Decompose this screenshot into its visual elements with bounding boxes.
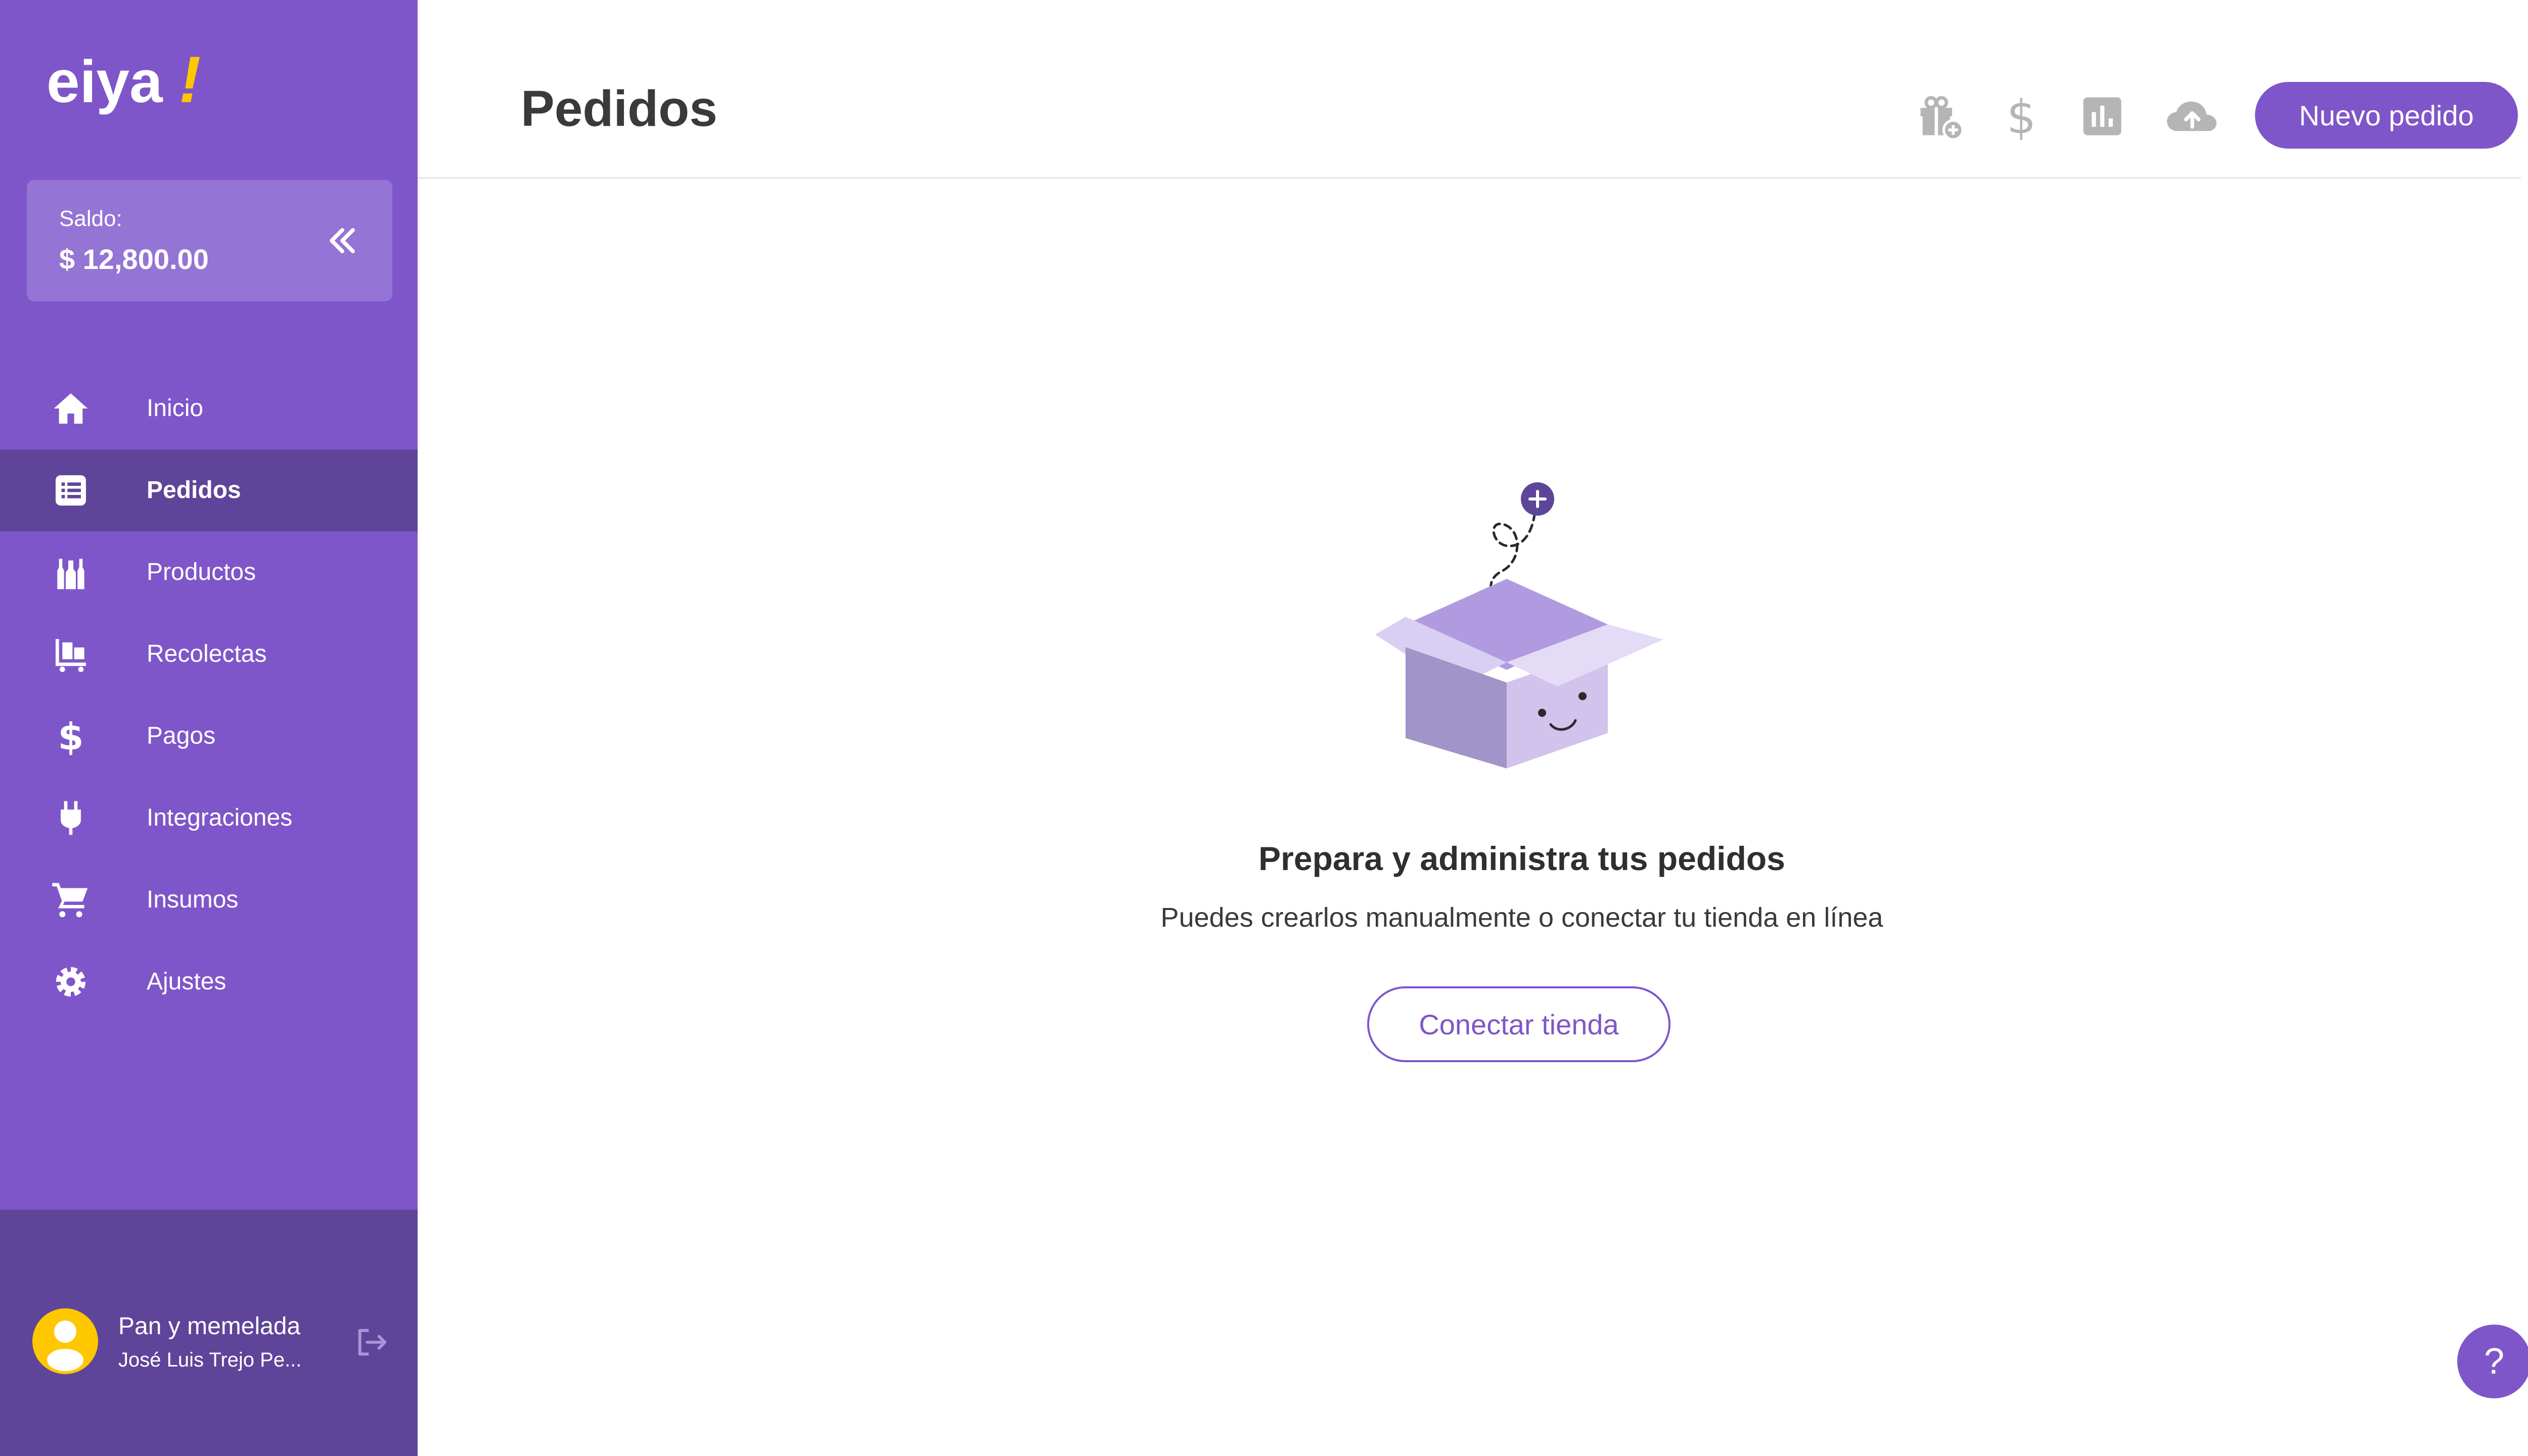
new-order-button[interactable]: Nuevo pedido xyxy=(2255,82,2518,149)
sidebar-item-label: Integraciones xyxy=(147,804,293,831)
sidebar-item-label: Insumos xyxy=(147,886,239,913)
connect-store-button[interactable]: Conectar tienda xyxy=(1367,986,1671,1062)
balance-amount: $ 12,800.00 xyxy=(59,243,209,275)
svg-text:$: $ xyxy=(58,716,83,756)
gear-icon xyxy=(56,967,86,997)
sidebar-item-ajustes[interactable]: Ajustes xyxy=(0,941,418,1023)
page-title: Pedidos xyxy=(521,80,717,137)
sidebar-item-insumos[interactable]: Insumos xyxy=(0,859,418,941)
sidebar-item-label: Ajustes xyxy=(147,968,227,995)
svg-text:$: $ xyxy=(2007,91,2036,142)
balance-label: Saldo: xyxy=(59,206,122,231)
balance-card: Saldo: $ 12,800.00 xyxy=(27,180,392,301)
eiya-logo: eiya ! xyxy=(47,46,201,116)
sidebar-item-label: Pedidos xyxy=(147,477,241,504)
header-divider xyxy=(418,177,2521,179)
dollar-icon[interactable]: $ xyxy=(1996,91,2047,142)
sidebar-item-integraciones[interactable]: Integraciones xyxy=(0,777,418,859)
sidebar-item-label: Pagos xyxy=(147,722,216,749)
dolly-icon xyxy=(56,639,86,672)
sidebar-item-label: Recolectas xyxy=(147,641,267,667)
user-subtitle: José Luis Trejo Pe... xyxy=(118,1349,302,1371)
bottles-icon xyxy=(57,559,84,589)
sidebar-item-pedidos[interactable]: Pedidos xyxy=(0,449,418,531)
svg-text:eiya: eiya xyxy=(47,49,163,115)
empty-state-subtitle: Puedes crearlos manualmente o conectar t… xyxy=(1160,902,1883,933)
sidebar: eiya ! Saldo: $ 12,800.00 Inicio Pedidos… xyxy=(0,0,418,1456)
empty-box-illustration xyxy=(1375,482,1663,768)
home-icon xyxy=(54,393,88,424)
user-icon xyxy=(47,1321,83,1371)
bar-chart-icon[interactable] xyxy=(2077,91,2128,142)
sidebar-item-pagos[interactable]: $ Pagos xyxy=(0,695,418,777)
sidebar-item-recolectas[interactable]: Recolectas xyxy=(0,613,418,695)
avatar[interactable] xyxy=(32,1308,98,1374)
sidebar-item-label: Inicio xyxy=(147,395,204,422)
cloud-upload-icon[interactable] xyxy=(2162,91,2223,142)
logout-icon[interactable] xyxy=(354,1325,389,1360)
help-button[interactable]: ? xyxy=(2457,1325,2528,1398)
gift-add-icon[interactable] xyxy=(1914,91,1965,142)
plug-icon xyxy=(61,801,81,835)
cart-icon xyxy=(52,883,88,918)
empty-state-title: Prepara y administra tus pedidos xyxy=(1258,840,1785,877)
sidebar-item-inicio[interactable]: Inicio xyxy=(0,368,418,449)
list-icon xyxy=(56,475,86,506)
user-name: Pan y memelada xyxy=(118,1313,301,1340)
svg-text:!: ! xyxy=(179,46,201,116)
double-chevron-left-icon[interactable] xyxy=(321,219,364,262)
sidebar-item-label: Productos xyxy=(147,559,256,585)
dollar-icon: $ xyxy=(58,716,83,756)
sidebar-item-productos[interactable]: Productos xyxy=(0,531,418,613)
